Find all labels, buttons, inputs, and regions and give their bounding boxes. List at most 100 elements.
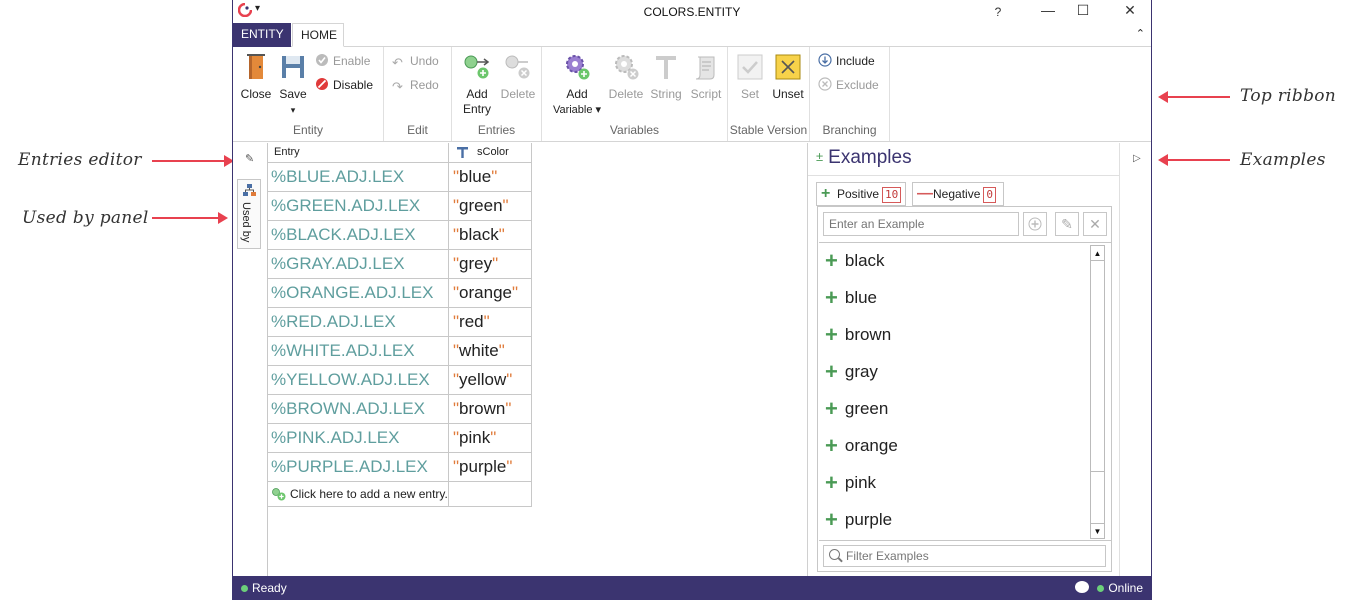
close-button[interactable]: Close [239,51,273,102]
save-dropdown-icon[interactable]: ▾ [291,105,296,115]
table-row[interactable]: %GRAY.ADJ.LEX "grey" [268,250,532,279]
entry-cell[interactable]: %BLACK.ADJ.LEX [268,221,449,250]
entries-grid: Entry sColor %BLUE.ADJ.LEX "blue" %GREEN.A… [268,143,532,576]
entry-cell[interactable]: %BROWN.ADJ.LEX [268,395,449,424]
add-entry-cell[interactable]: Click here to add a new entry. [268,482,449,507]
scolor-cell[interactable]: "red" [449,308,532,337]
table-row[interactable]: %PINK.ADJ.LEX "pink" [268,424,532,453]
script-button[interactable]: Script [688,51,724,102]
example-input[interactable] [823,212,1019,236]
entry-cell[interactable]: %PINK.ADJ.LEX [268,424,449,453]
entry-cell[interactable]: %YELLOW.ADJ.LEX [268,366,449,395]
quote-mark: " [498,225,505,244]
example-text: black [844,251,885,270]
include-button[interactable]: Include [818,52,875,70]
table-row[interactable]: %BROWN.ADJ.LEX "brown" [268,395,532,424]
scolor-cell[interactable]: "green" [449,192,532,221]
enable-button[interactable]: Enable [315,52,370,70]
positive-label: Positive [837,187,880,201]
add-entry-row[interactable]: Click here to add a new entry. [268,482,532,507]
entry-cell[interactable]: %RED.ADJ.LEX [268,308,449,337]
string-button[interactable]: String [648,51,684,102]
table-row[interactable]: %BLACK.ADJ.LEX "black" [268,221,532,250]
add-entry-button[interactable]: Add Entry [458,51,496,117]
close-window-button[interactable]: ✕ [1115,2,1145,22]
check-circle-icon [316,54,328,66]
scolor-cell[interactable]: "blue" [449,163,532,192]
scolor-value: grey [459,254,493,273]
exclude-button[interactable]: Exclude [818,76,879,94]
table-row[interactable]: %GREEN.ADJ.LEX "green" [268,192,532,221]
ribbon-collapse-icon[interactable]: ⌃ [1136,27,1145,40]
scolor-cell[interactable]: "orange" [449,279,532,308]
table-row[interactable]: %ORANGE.ADJ.LEX "orange" [268,279,532,308]
tab-positive[interactable]: + Positive 10 [816,182,906,206]
list-item[interactable]: + green [825,397,888,421]
scolor-cell[interactable]: "purple" [449,453,532,482]
set-button[interactable]: Set [734,51,766,102]
redo-button[interactable]: ↷ Redo [392,76,439,94]
scolor-cell[interactable]: "brown" [449,395,532,424]
side-strip: ✎ Used by [233,143,267,576]
help-button[interactable]: ? [983,5,1013,25]
list-item[interactable]: + black [825,249,885,273]
list-item[interactable]: + orange [825,434,898,458]
examples-scrollbar[interactable]: ▲ ▼ [1090,245,1105,539]
table-row[interactable]: %YELLOW.ADJ.LEX "yellow" [268,366,532,395]
scroll-down-arrow-icon[interactable]: ▼ [1091,523,1104,538]
chevron-right-icon[interactable]: ▷ [1133,153,1141,164]
undo-button[interactable]: ↶ Undo [392,52,439,70]
list-item[interactable]: + purple [825,508,892,532]
quote-mark: " [511,283,519,302]
scroll-thumb[interactable] [1091,262,1104,472]
entry-cell[interactable]: %BLUE.ADJ.LEX [268,163,449,192]
tab-entity[interactable]: ENTITY [233,23,291,47]
column-header-scolor[interactable]: sColor [449,143,532,163]
scolor-cell[interactable]: "white" [449,337,532,366]
online-dot-icon [1097,585,1105,592]
save-button[interactable]: Save ▾ [277,51,309,118]
list-item[interactable]: + brown [825,323,891,347]
string-type-icon [457,147,468,158]
quote-mark: " [506,457,513,476]
maximize-button[interactable]: ☐ [1068,2,1098,22]
scolor-cell[interactable]: "yellow" [449,366,532,395]
arrow-entries-editor [152,155,234,167]
entry-cell[interactable]: %ORANGE.ADJ.LEX [268,279,449,308]
list-item[interactable]: + blue [825,286,877,310]
table-row[interactable]: %PURPLE.ADJ.LEX "purple" [268,453,532,482]
list-item[interactable]: + pink [825,471,876,495]
entry-cell[interactable]: %GRAY.ADJ.LEX [268,250,449,279]
minimize-button[interactable]: — [1033,2,1063,22]
entry-cell[interactable]: %WHITE.ADJ.LEX [268,337,449,366]
delete-entry-button[interactable]: Delete [500,51,536,102]
disable-button[interactable]: Disable [315,76,373,94]
table-row[interactable]: %BLUE.ADJ.LEX "blue" [268,163,532,192]
positive-plus-icon: + [821,185,831,202]
edit-example-button[interactable]: ✎ [1055,212,1079,236]
pin-icon[interactable]: ✎ [245,152,254,165]
list-item[interactable]: + gray [825,360,878,384]
entry-cell[interactable]: %PURPLE.ADJ.LEX [268,453,449,482]
scolor-cell[interactable]: "black" [449,221,532,250]
table-row[interactable]: %RED.ADJ.LEX "red" [268,308,532,337]
add-variable-button[interactable]: Add Variable ▾ [550,51,604,118]
tab-negative[interactable]: — Negative 0 [912,182,1004,206]
column-header-entry[interactable]: Entry [268,143,449,163]
remove-example-button[interactable]: ✕ [1083,212,1107,236]
entry-cell[interactable]: %GREEN.ADJ.LEX [268,192,449,221]
scroll-up-arrow-icon[interactable]: ▲ [1091,246,1104,261]
used-by-panel-tab[interactable]: Used by [237,179,261,249]
scolor-cell[interactable]: "pink" [449,424,532,453]
chat-bubble-icon[interactable] [1075,581,1089,593]
delete-variable-button[interactable]: Delete [608,51,644,102]
tab-home[interactable]: HOME [292,23,344,47]
unset-button[interactable]: Unset [770,51,806,102]
status-bar: Ready Online [233,576,1151,600]
scolor-cell[interactable]: "grey" [449,250,532,279]
filter-examples-input[interactable]: Filter Examples [823,545,1106,567]
add-example-button[interactable] [1023,212,1047,236]
used-by-label: Used by [240,202,252,243]
table-row[interactable]: %WHITE.ADJ.LEX "white" [268,337,532,366]
positive-plus-icon: + [825,359,838,384]
